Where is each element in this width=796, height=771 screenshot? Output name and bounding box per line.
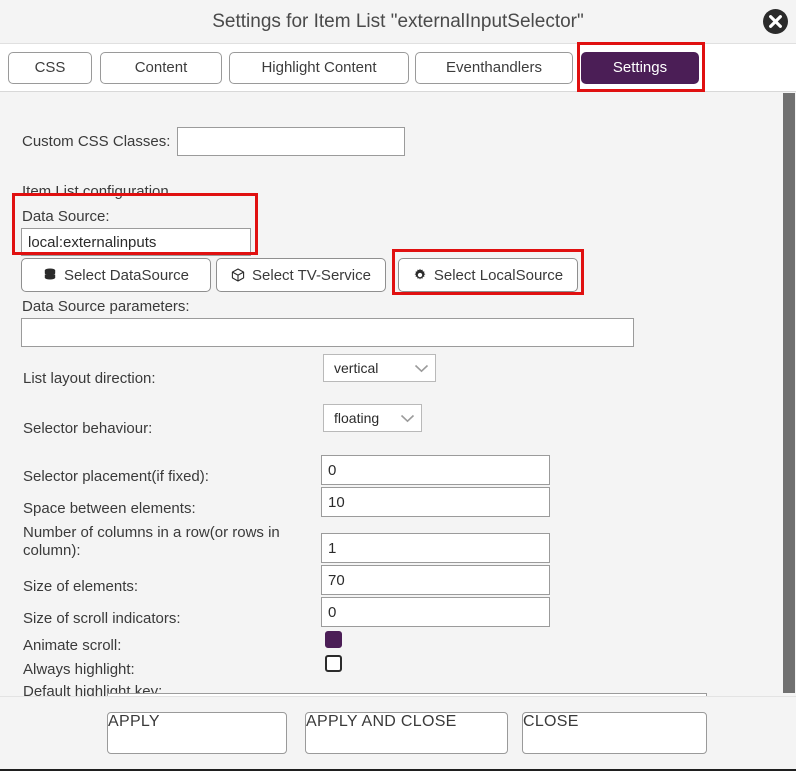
select-localsource-button[interactable]: Select LocalSource [398, 258, 578, 292]
tab-settings[interactable]: Settings [581, 52, 699, 84]
size-of-elements-input[interactable] [321, 565, 550, 595]
select-datasource-label: Select DataSource [63, 266, 190, 284]
select-tv-service-button[interactable]: Select TV-Service [216, 258, 386, 292]
close-button[interactable]: CLOSE [522, 712, 707, 754]
select-tv-service-label: Select TV-Service [252, 266, 371, 284]
list-layout-direction-label: List layout direction: [23, 370, 156, 387]
gear-icon [413, 268, 427, 282]
selector-behaviour-value: floating [334, 410, 380, 426]
settings-form-pane: Custom CSS Classes: Item List configurat… [0, 92, 782, 696]
tab-eventhandlers[interactable]: Eventhandlers [415, 52, 573, 84]
custom-css-classes-label: Custom CSS Classes: [22, 133, 171, 150]
apply-button[interactable]: APPLY [107, 712, 287, 754]
chevron-down-icon [400, 410, 415, 426]
always-highlight-label: Always highlight: [23, 661, 135, 678]
dialog-titlebar: Settings for Item List "externalInputSel… [0, 0, 796, 44]
apply-and-close-button[interactable]: APPLY AND CLOSE [305, 712, 508, 754]
tab-bar: CSS Content Highlight Content Eventhandl… [0, 44, 796, 92]
always-highlight-checkbox[interactable] [325, 655, 342, 672]
number-of-columns-input[interactable] [321, 533, 550, 563]
data-source-parameters-input[interactable] [21, 318, 634, 347]
selector-behaviour-select[interactable]: floating [323, 404, 422, 432]
select-localsource-label: Select LocalSource [433, 266, 564, 284]
selector-behaviour-label: Selector behaviour: [23, 420, 153, 437]
size-of-scroll-indicators-label: Size of scroll indicators: [23, 610, 181, 627]
space-between-elements-input[interactable] [321, 487, 550, 517]
tab-content[interactable]: Content [100, 52, 222, 84]
item-list-configuration-heading: Item List configuration [22, 183, 169, 200]
list-layout-direction-value: vertical [334, 360, 379, 376]
close-icon[interactable] [763, 9, 788, 34]
size-of-scroll-indicators-input[interactable] [321, 597, 550, 627]
list-layout-direction-select[interactable]: vertical [323, 354, 436, 382]
data-source-label: Data Source: [22, 208, 110, 225]
space-between-elements-label: Space between elements: [23, 500, 196, 517]
settings-dialog: Settings for Item List "externalInputSel… [0, 0, 796, 771]
selector-placement-input[interactable] [321, 455, 550, 485]
cube-icon [231, 268, 245, 282]
data-source-input[interactable] [21, 228, 251, 256]
tab-highlight-content[interactable]: Highlight Content [229, 52, 409, 84]
database-icon [43, 268, 57, 282]
chevron-down-icon [414, 360, 429, 376]
data-source-parameters-label: Data Source parameters: [22, 298, 190, 315]
number-of-columns-label: Number of columns in a row(or rows in co… [23, 524, 280, 559]
animate-scroll-label: Animate scroll: [23, 637, 122, 654]
custom-css-classes-input[interactable] [177, 127, 405, 156]
size-of-elements-label: Size of elements: [23, 578, 139, 595]
dialog-title: Settings for Item List "externalInputSel… [212, 11, 584, 32]
selector-placement-label: Selector placement(if fixed): [23, 468, 209, 485]
animate-scroll-checkbox[interactable] [325, 631, 342, 648]
tab-css[interactable]: CSS [8, 52, 92, 84]
select-datasource-button[interactable]: Select DataSource [21, 258, 211, 292]
vertical-scrollbar-thumb[interactable] [783, 93, 795, 693]
